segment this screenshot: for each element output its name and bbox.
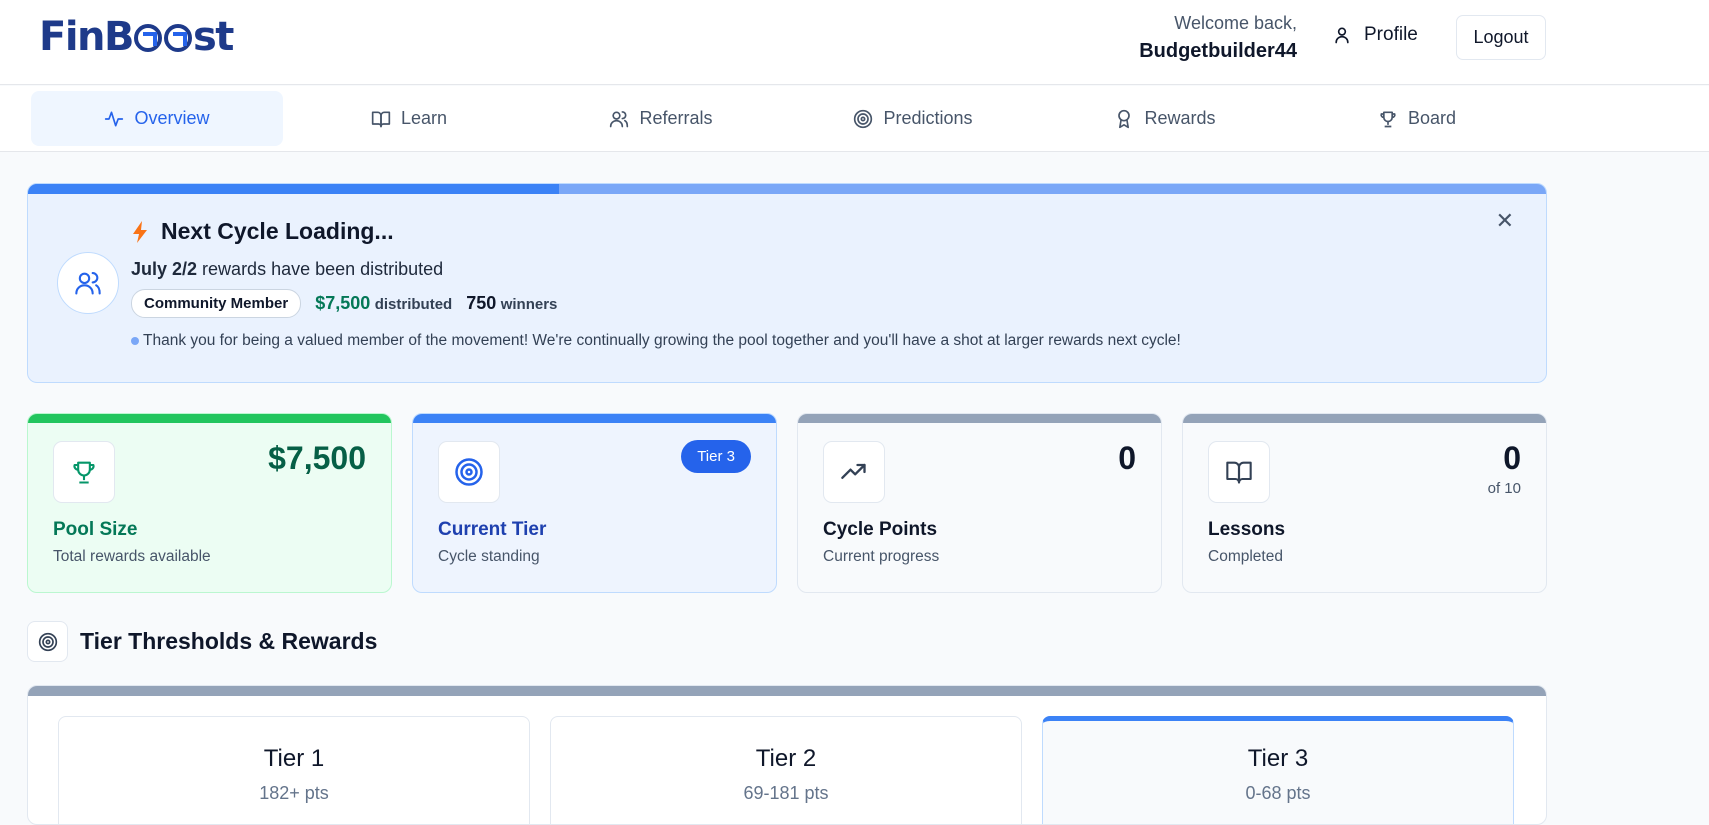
- banner-chips: Community Member $7,500 distributed 750 …: [131, 289, 557, 318]
- trending-up-icon: [841, 463, 866, 479]
- lessons-label: Lessons: [1208, 519, 1286, 540]
- target-icon: [455, 458, 483, 486]
- tier-section-heading: Tier Thresholds & Rewards: [27, 621, 377, 662]
- banner-note-text: Thank you for being a valued member of t…: [143, 332, 1181, 349]
- tier-points: 182+ pts: [259, 783, 329, 803]
- trophy-icon: [1380, 111, 1396, 127]
- tab-overview[interactable]: Overview: [31, 91, 283, 146]
- tab-label: Predictions: [883, 108, 973, 128]
- lessons-total: of 10: [1487, 480, 1521, 497]
- cycle-points-label: Cycle Points: [823, 519, 938, 540]
- pool-size-card: $7,500 Pool Size Total rewards available: [27, 413, 392, 593]
- current-tier-card: Tier 3 Current Tier Cycle standing: [412, 413, 777, 593]
- cycle-progress-fill: [28, 184, 560, 194]
- profile-label: Profile: [1364, 24, 1418, 45]
- winners-label: winners: [500, 296, 558, 313]
- trending-up-icon-box: [823, 441, 885, 503]
- cycle-progress-bar: [28, 184, 1546, 194]
- cycle-status-text: rewards have been distributed: [197, 259, 444, 279]
- section-title: Tier Thresholds & Rewards: [80, 628, 378, 654]
- close-icon[interactable]: ✕: [1496, 208, 1514, 234]
- tier-card-3: Tier 3 0-68 pts: [1042, 716, 1514, 824]
- activity-icon: [105, 111, 124, 126]
- tab-label: Referrals: [639, 108, 713, 128]
- banner-title: Next Cycle Loading...: [131, 218, 394, 245]
- tab-learn[interactable]: Learn: [283, 91, 535, 146]
- bullet-dot: [131, 337, 139, 345]
- logo-o-icon: [164, 24, 192, 52]
- lightning-icon: [133, 220, 147, 243]
- main-nav: Overview Learn Referrals Predictions Rew…: [0, 86, 1709, 152]
- tier-thresholds-panel: Tier 1 182+ pts Tier 2 69-181 pts Tier 3…: [27, 685, 1547, 825]
- pool-size-desc: Total rewards available: [53, 548, 211, 565]
- distributed-label: distributed: [374, 296, 453, 313]
- card-accent-bar: [28, 414, 391, 423]
- book-icon: [1226, 461, 1252, 484]
- tab-rewards[interactable]: Rewards: [1039, 91, 1291, 146]
- user-icon: [1335, 27, 1349, 44]
- target-icon-box: [438, 441, 500, 503]
- current-tier-label: Current Tier: [438, 519, 547, 540]
- cycle-points-value: 0: [1118, 440, 1136, 476]
- winners-count: 750: [466, 293, 497, 313]
- current-tier-desc: Cycle standing: [438, 548, 540, 565]
- member-badge: Community Member: [131, 289, 302, 318]
- card-accent-bar: [798, 414, 1161, 423]
- users-icon: [75, 272, 101, 295]
- tier-name: Tier 2: [755, 745, 817, 772]
- profile-button[interactable]: Profile: [1332, 24, 1418, 46]
- target-icon: [38, 632, 57, 651]
- users-icon: [610, 110, 629, 127]
- tab-label: Rewards: [1144, 108, 1216, 128]
- card-accent-bar: [413, 414, 776, 423]
- tier-points: 0-68 pts: [1245, 783, 1311, 803]
- trophy-icon-box: [53, 441, 115, 503]
- distributed-amount: $7,500: [315, 293, 371, 313]
- tier-badge: Tier 3: [681, 440, 751, 473]
- trophy-icon: [73, 461, 95, 484]
- lessons-card: 0 of 10 Lessons Completed: [1182, 413, 1547, 593]
- tab-board[interactable]: Board: [1291, 91, 1543, 146]
- tier-name: Tier 1: [263, 745, 325, 772]
- distribution-status: July 2/2 rewards have been distributed: [131, 259, 443, 280]
- card-accent-bar: [1183, 414, 1546, 423]
- target-icon: [854, 109, 873, 128]
- logout-button[interactable]: Logout: [1456, 15, 1546, 60]
- tier-points: 69-181 pts: [743, 783, 829, 803]
- welcome-block: Welcome back, Budgetbuilder44: [1139, 13, 1297, 63]
- tier-name: Tier 3: [1247, 745, 1309, 772]
- tab-referrals[interactable]: Referrals: [535, 91, 787, 146]
- lessons-desc: Completed: [1208, 548, 1283, 565]
- banner-note: Thank you for being a valued member of t…: [131, 332, 1181, 350]
- cycle-points-desc: Current progress: [823, 548, 940, 565]
- book-icon: [371, 111, 391, 127]
- username: Budgetbuilder44: [1139, 40, 1297, 62]
- tab-predictions[interactable]: Predictions: [787, 91, 1039, 146]
- welcome-text: Welcome back,: [1174, 13, 1297, 33]
- community-avatar: [57, 252, 119, 314]
- book-icon-box: [1208, 441, 1270, 503]
- cycle-points-card: 0 Cycle Points Current progress: [797, 413, 1162, 593]
- pool-size-label: Pool Size: [53, 519, 138, 540]
- lessons-value: 0: [1503, 440, 1521, 476]
- cycle-banner: Next Cycle Loading... July 2/2 rewards h…: [27, 183, 1547, 383]
- tab-label: Learn: [400, 108, 448, 128]
- finboost-logo[interactable]: FinB st: [39, 14, 234, 60]
- banner-title-text: Next Cycle Loading...: [161, 218, 394, 244]
- logo-o-icon: [134, 24, 162, 52]
- cycle-label: July 2/2: [131, 259, 198, 279]
- tab-label: Board: [1407, 108, 1457, 128]
- tier-card-1: Tier 1 182+ pts: [58, 716, 530, 824]
- target-icon-box: [27, 621, 68, 662]
- tab-label: Overview: [134, 108, 210, 128]
- award-icon: [1118, 109, 1131, 128]
- pool-size-value: $7,500: [268, 440, 366, 476]
- panel-accent-bar: [28, 686, 1546, 696]
- header: FinB st Welcome back, Budgetbuilder44 Pro…: [0, 0, 1709, 85]
- tier-card-2: Tier 2 69-181 pts: [550, 716, 1022, 824]
